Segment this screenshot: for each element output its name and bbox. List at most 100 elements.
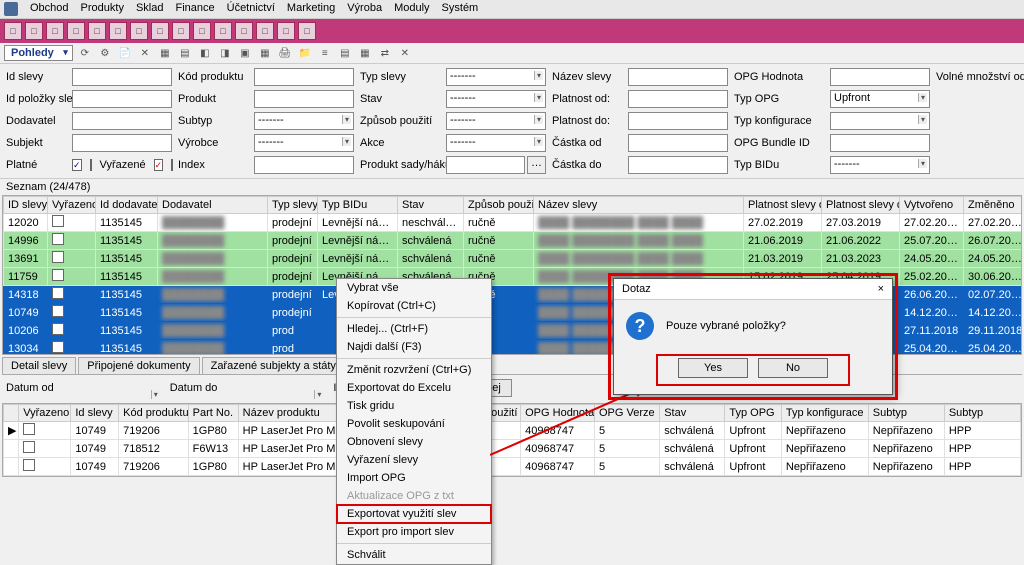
toolbar-btn[interactable]: □ <box>109 22 127 40</box>
no-button[interactable]: No <box>758 358 828 378</box>
tb-icon[interactable]: ⚙ <box>97 45 113 61</box>
combo-akce[interactable]: ------- <box>446 134 546 152</box>
menu-item[interactable]: Exportovat využití slev <box>337 505 491 523</box>
input-produkt[interactable] <box>254 90 354 108</box>
input-id-slevy[interactable] <box>72 68 172 86</box>
tb-icon[interactable]: ◨ <box>217 45 233 61</box>
menu-item[interactable]: Změnit rozvržení (Ctrl+G) <box>337 361 491 379</box>
col-header[interactable]: Id slevy <box>71 405 119 422</box>
col-header[interactable]: Typ konfigurace <box>781 405 868 422</box>
col-header[interactable]: Vyřazeno <box>19 405 71 422</box>
table-row[interactable]: 107497192061GP80HP LaserJet Pro MFP M426… <box>4 458 1021 476</box>
col-header[interactable]: Typ BIDu <box>318 197 398 214</box>
col-header[interactable]: Typ slevy <box>268 197 318 214</box>
col-header[interactable] <box>4 405 19 422</box>
input-opg-h[interactable] <box>830 68 930 86</box>
col-header[interactable]: Platnost slevy do <box>822 197 900 214</box>
toolbar-btn[interactable]: □ <box>130 22 148 40</box>
input-index[interactable] <box>254 156 354 174</box>
col-header[interactable]: Změněno <box>964 197 1023 214</box>
menu-ucetnictvi[interactable]: Účetnictví <box>227 2 275 16</box>
col-header[interactable]: Id dodavatele <box>96 197 158 214</box>
tb-icon[interactable]: ▤ <box>177 45 193 61</box>
toolbar-btn[interactable]: □ <box>235 22 253 40</box>
menu-obchod[interactable]: Obchod <box>30 2 69 16</box>
menu-item[interactable]: Vyřazení slevy <box>337 451 491 469</box>
menu-item[interactable]: Schválit <box>337 546 491 564</box>
input-nazev[interactable] <box>628 68 728 86</box>
detail-grid[interactable]: VyřazenoId slevyKód produktuPart No.Náze… <box>2 403 1022 477</box>
tb-icon[interactable]: 📄 <box>117 45 133 61</box>
table-row[interactable]: ▶107497192061GP80HP LaserJet Pro MFP M42… <box>4 422 1021 440</box>
tb-icon[interactable]: 📁 <box>297 45 313 61</box>
col-header[interactable]: Způsob použití <box>464 197 534 214</box>
col-header[interactable]: Subtyp <box>868 405 944 422</box>
toolbar-btn[interactable]: □ <box>151 22 169 40</box>
toolbar-btn[interactable]: □ <box>25 22 43 40</box>
combo-typ-slevy[interactable]: ------- <box>446 68 546 86</box>
menu-item[interactable]: Hledej... (Ctrl+F) <box>337 320 491 338</box>
col-header[interactable]: Platnost slevy od <box>744 197 822 214</box>
input-bundle[interactable] <box>830 134 930 152</box>
col-header[interactable]: Dodavatel <box>158 197 268 214</box>
combo-stav[interactable]: ------- <box>446 90 546 108</box>
input-id-pol[interactable] <box>72 90 172 108</box>
tb-icon[interactable]: ▦ <box>157 45 173 61</box>
menu-finance[interactable]: Finance <box>175 2 214 16</box>
menu-item[interactable]: Export pro import slev <box>337 523 491 541</box>
col-header[interactable]: Subtyp <box>944 405 1020 422</box>
input-dodavatel[interactable] <box>72 112 172 130</box>
menu-item[interactable]: Povolit seskupování <box>337 415 491 433</box>
menu-item[interactable]: Vybrat vše <box>337 279 491 297</box>
toolbar-btn[interactable]: □ <box>4 22 22 40</box>
menu-moduly[interactable]: Moduly <box>394 2 429 16</box>
col-header[interactable]: Typ OPG <box>725 405 782 422</box>
input-kod-prod[interactable] <box>254 68 354 86</box>
col-header[interactable]: Stav <box>398 197 464 214</box>
col-header[interactable]: OPG Hodnota <box>521 405 595 422</box>
input-sada[interactable] <box>446 156 525 174</box>
menu-vyroba[interactable]: Výroba <box>347 2 382 16</box>
yes-button[interactable]: Yes <box>678 358 748 378</box>
tb-icon[interactable]: ◧ <box>197 45 213 61</box>
chk-platne[interactable]: ✓ <box>72 159 82 171</box>
chk-vyrazene[interactable]: ✓ <box>154 159 164 171</box>
col-header[interactable]: Kód produktu <box>119 405 189 422</box>
table-row[interactable]: 149961135145████████prodejníLevnější nák… <box>4 232 1023 250</box>
chk-vyrazene2[interactable] <box>171 159 173 171</box>
toolbar-btn[interactable]: □ <box>67 22 85 40</box>
toolbar-btn[interactable]: □ <box>193 22 211 40</box>
menu-produkty[interactable]: Produkty <box>81 2 124 16</box>
input-platnost-od[interactable] <box>628 90 728 108</box>
combo-zpusob[interactable]: ------- <box>446 112 546 130</box>
toolbar-btn[interactable]: □ <box>298 22 316 40</box>
menu-item[interactable]: Tisk gridu <box>337 397 491 415</box>
pohledy-dropdown[interactable]: Pohledy <box>4 45 73 61</box>
menu-item[interactable]: Kopírovat (Ctrl+C) <box>337 297 491 315</box>
toolbar-btn[interactable]: □ <box>46 22 64 40</box>
col-header[interactable]: Vyřazeno <box>48 197 96 214</box>
menu-marketing[interactable]: Marketing <box>287 2 335 16</box>
toolbar-btn[interactable]: □ <box>277 22 295 40</box>
combo-subtyp[interactable]: ------- <box>254 112 354 130</box>
toolbar-btn[interactable]: □ <box>256 22 274 40</box>
col-header[interactable]: Vytvořeno <box>900 197 964 214</box>
col-header[interactable]: ID slevy <box>4 197 48 214</box>
tb-icon[interactable]: ⇄ <box>377 45 393 61</box>
combo-vyrobce[interactable]: ------- <box>254 134 354 152</box>
tb-icon[interactable]: ▦ <box>257 45 273 61</box>
menu-system[interactable]: Systém <box>442 2 479 16</box>
toolbar-btn[interactable]: □ <box>172 22 190 40</box>
tb-icon[interactable]: ▤ <box>337 45 353 61</box>
menu-sklad[interactable]: Sklad <box>136 2 164 16</box>
combo-bidu[interactable]: ------- <box>830 156 930 174</box>
table-row[interactable]: 10749718512F6W13HP LaserJet Pro MFP M426… <box>4 440 1021 458</box>
menu-item[interactable]: Obnovení slevy <box>337 433 491 451</box>
tb-icon[interactable]: ▦ <box>357 45 373 61</box>
tab[interactable]: Detail slevy <box>2 357 76 374</box>
col-header[interactable]: Název slevy <box>534 197 744 214</box>
toolbar-btn[interactable]: □ <box>214 22 232 40</box>
tb-icon[interactable]: ✕ <box>397 45 413 61</box>
input-castka-do[interactable] <box>628 156 728 174</box>
col-header[interactable]: OPG Verze <box>595 405 660 422</box>
